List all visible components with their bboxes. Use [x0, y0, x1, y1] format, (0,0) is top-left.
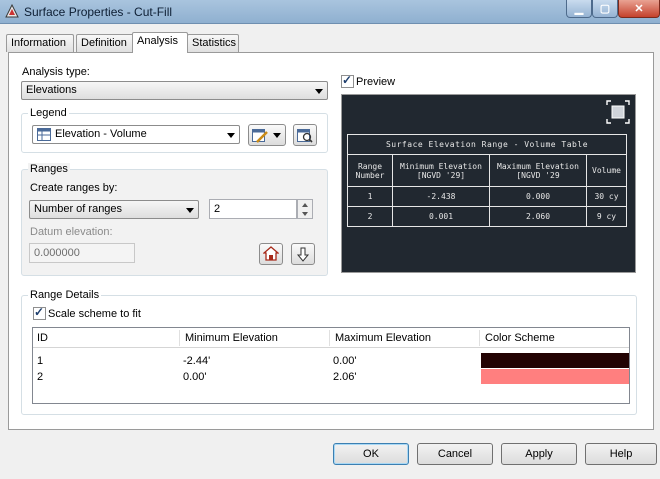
checkmark-icon: ✓ [34, 305, 45, 319]
spin-up-icon [302, 203, 308, 207]
scale-scheme-checkbox[interactable]: ✓ [33, 305, 46, 320]
ok-button[interactable]: OK [333, 443, 409, 465]
legend-select[interactable]: Elevation - Volume [32, 125, 240, 144]
cancel-button[interactable]: Cancel [417, 443, 493, 465]
range-details-title: Range Details [28, 289, 102, 301]
preview-table-row: 1 -2.438 0.000 30 cy [347, 186, 627, 207]
preview-table-row: 2 0.001 2.060 9 cy [347, 206, 627, 227]
zoom-extents-icon[interactable] [605, 99, 631, 125]
cell-max-elevation[interactable]: 0.00' [333, 355, 357, 367]
cell-min-elevation[interactable]: 0.00' [183, 371, 207, 383]
range-count-stepper[interactable] [297, 199, 313, 219]
tab-analysis[interactable]: Analysis [132, 32, 188, 53]
chevron-down-icon [227, 133, 235, 138]
minimize-button[interactable]: ▁ [566, 0, 592, 18]
maximize-button[interactable]: ▢ [592, 0, 618, 18]
edit-style-icon [252, 129, 268, 143]
legend-value: Elevation - Volume [55, 128, 147, 140]
preview-volume-table: Surface Elevation Range - Volume Table R… [347, 134, 627, 227]
column-divider[interactable] [479, 330, 480, 346]
preview-cell-range: 2 [347, 206, 393, 227]
analysis-type-label: Analysis type: [22, 66, 90, 78]
pick-style-button[interactable] [293, 124, 317, 146]
preview-pane: Surface Elevation Range - Volume Table R… [341, 94, 636, 273]
column-divider[interactable] [329, 330, 330, 346]
table-style-icon [37, 128, 51, 141]
column-header-min-elevation[interactable]: Minimum Elevation [185, 332, 278, 344]
checkmark-icon: ✓ [342, 73, 353, 87]
preview-header-range-number: Range Number [347, 154, 393, 187]
tab-statistics[interactable]: Statistics [187, 34, 239, 52]
title-bar: Surface Properties - Cut-Fill ▁ ▢ ✕ [0, 0, 660, 24]
create-ranges-select[interactable]: Number of ranges [29, 200, 199, 219]
datum-elevation-input[interactable]: 0.000000 [29, 243, 135, 263]
preview-header-max-elevation: Maximum Elevation [NGVD '29 [489, 154, 587, 187]
pick-style-icon [297, 129, 313, 143]
column-header-id[interactable]: ID [37, 332, 48, 344]
cell-min-elevation[interactable]: -2.44' [183, 355, 210, 367]
color-swatch[interactable] [481, 353, 629, 368]
chevron-down-icon [315, 89, 323, 94]
preview-cell-max: 0.000 [489, 186, 587, 207]
preview-table-title: Surface Elevation Range - Volume Table [347, 134, 627, 155]
preview-cell-volume: 9 cy [586, 206, 627, 227]
edit-style-button[interactable] [248, 124, 286, 146]
app-icon [5, 4, 19, 18]
arrow-down-icon [296, 247, 310, 262]
spin-down-icon [302, 212, 308, 216]
range-details-table: ID Minimum Elevation Maximum Elevation C… [32, 327, 630, 404]
apply-button[interactable]: Apply [501, 443, 577, 465]
cell-id: 1 [37, 355, 44, 367]
preview-cell-volume: 30 cy [586, 186, 627, 207]
cell-id: 2 [37, 371, 44, 383]
preview-cell-range: 1 [347, 186, 393, 207]
datum-elevation-label: Datum elevation: [30, 226, 113, 238]
preview-header-volume: Volume [586, 154, 627, 187]
create-ranges-label: Create ranges by: [30, 182, 118, 194]
tab-definition[interactable]: Definition [76, 34, 134, 52]
create-ranges-value: Number of ranges [34, 203, 123, 215]
maximize-icon: ▢ [599, 3, 611, 15]
close-button[interactable]: ✕ [618, 0, 660, 18]
range-details-header: ID Minimum Elevation Maximum Elevation C… [33, 328, 629, 348]
ranges-title: Ranges [28, 163, 70, 175]
house-icon [263, 246, 279, 261]
preview-cell-min: 0.001 [392, 206, 490, 227]
help-button[interactable]: Help [585, 443, 657, 465]
chevron-down-icon [186, 208, 194, 213]
scale-scheme-label: Scale scheme to fit [48, 308, 141, 320]
preview-cell-max: 2.060 [489, 206, 587, 227]
window-title: Surface Properties - Cut-Fill [24, 5, 173, 19]
chevron-down-icon [273, 133, 281, 138]
analysis-type-value: Elevations [26, 84, 77, 96]
range-count-input[interactable]: 2 [209, 199, 297, 219]
minimize-icon: ▁ [574, 3, 584, 15]
move-down-button[interactable] [291, 243, 315, 265]
column-header-max-elevation[interactable]: Maximum Elevation [335, 332, 431, 344]
color-swatch[interactable] [481, 369, 629, 384]
preview-checkbox[interactable]: ✓ [341, 73, 354, 88]
column-divider[interactable] [179, 330, 180, 346]
analysis-type-select[interactable]: Elevations [21, 81, 328, 100]
preview-header-min-elevation: Minimum Elevation [NGVD '29] [392, 154, 490, 187]
legend-title: Legend [28, 107, 69, 119]
compute-ranges-button[interactable] [259, 243, 283, 265]
cell-max-elevation[interactable]: 2.06' [333, 371, 357, 383]
preview-label: Preview [356, 76, 396, 88]
tab-information[interactable]: Information [6, 34, 74, 52]
close-icon: ✕ [634, 3, 644, 15]
column-header-color-scheme[interactable]: Color Scheme [485, 332, 555, 344]
preview-cell-min: -2.438 [392, 186, 490, 207]
